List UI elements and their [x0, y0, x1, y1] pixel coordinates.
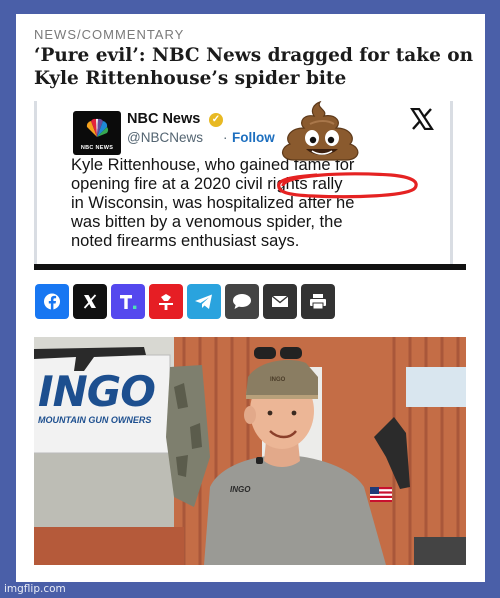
- headline-line-2: Kyle Rittenhouse’s spider bite: [34, 68, 347, 89]
- imgflip-watermark: imgflip.com: [4, 583, 66, 595]
- article-headline[interactable]: ‘Pure evil’: NBC News dragged for take o…: [34, 44, 474, 90]
- facebook-icon: [44, 293, 60, 311]
- follow-link[interactable]: Follow: [232, 130, 275, 145]
- share-truth-social-button[interactable]: [111, 284, 145, 319]
- share-email-button[interactable]: [263, 284, 297, 319]
- tweet-text-line: noted firearms enthusiast says.: [71, 232, 300, 250]
- nbc-peacock-icon[interactable]: NBC NEWS: [73, 111, 121, 155]
- share-comment-button[interactable]: [225, 284, 259, 319]
- share-x-button[interactable]: [73, 284, 107, 319]
- tweet-author-name[interactable]: NBC News: [127, 111, 200, 127]
- nbc-logo-caption: NBC NEWS: [80, 145, 114, 151]
- article-kicker: NEWS/COMMENTARY: [34, 27, 185, 42]
- verified-badge-icon: ✓: [209, 113, 223, 127]
- truth-social-icon: [120, 295, 137, 309]
- x-icon: [83, 294, 97, 309]
- gettr-icon: [159, 294, 173, 310]
- poop-emoji-icon: [282, 100, 359, 161]
- print-button[interactable]: [301, 284, 335, 319]
- article-photo: INGO MOUNTAIN GUN OWNERS INGO INGO: [34, 337, 466, 565]
- x-logo-icon[interactable]: [410, 108, 434, 130]
- share-facebook-button[interactable]: [35, 284, 69, 319]
- handle-separator: ·: [223, 130, 228, 145]
- red-circle-annotation: [277, 172, 418, 199]
- share-telegram-button[interactable]: [187, 284, 221, 319]
- sign-logo-text: INGO: [38, 367, 156, 416]
- cap-logo-text: INGO: [270, 377, 286, 383]
- tweet-bottom-divider: [34, 264, 466, 270]
- email-icon: [271, 295, 289, 307]
- print-icon: [310, 294, 326, 310]
- comment-icon: [233, 294, 251, 309]
- shirt-logo-text: INGO: [230, 485, 251, 494]
- share-gettr-button[interactable]: [149, 284, 183, 319]
- headline-line-1: ‘Pure evil’: NBC News dragged for take o…: [34, 45, 474, 66]
- telegram-icon: [195, 294, 212, 309]
- sign-subtext: MOUNTAIN GUN OWNERS: [38, 415, 152, 425]
- tweet-author-handle[interactable]: @NBCNews: [127, 130, 203, 145]
- tweet-text-line: was bitten by a venomous spider, the: [71, 213, 343, 231]
